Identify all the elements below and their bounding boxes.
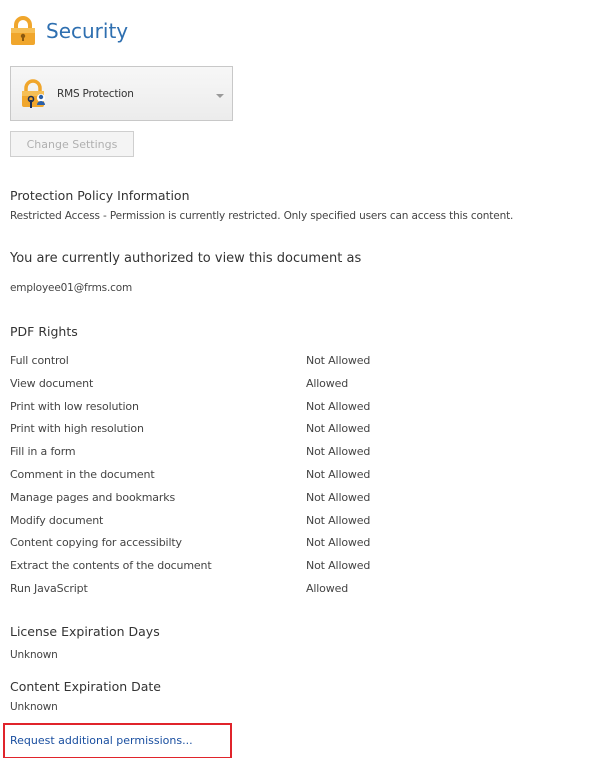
right-name: Run JavaScript bbox=[10, 581, 88, 595]
right-value: Not Allowed bbox=[306, 399, 371, 413]
request-permissions-link[interactable]: Request additional permissions... bbox=[10, 734, 193, 747]
rights-row: Content copying for accessibilty Not All… bbox=[10, 536, 430, 559]
authorization-heading: You are currently authorized to view thi… bbox=[10, 251, 362, 266]
right-value: Not Allowed bbox=[306, 536, 371, 550]
right-value: Not Allowed bbox=[306, 445, 371, 459]
rights-row: Print with low resolution Not Allowed bbox=[10, 400, 430, 423]
right-name: Full control bbox=[10, 354, 69, 367]
rms-lock-icon bbox=[21, 78, 51, 110]
right-value: Not Allowed bbox=[306, 490, 371, 504]
right-value: Allowed bbox=[306, 376, 349, 390]
security-header: Security bbox=[10, 16, 128, 46]
right-name: Manage pages and bookmarks bbox=[10, 490, 176, 504]
right-name: Extract the contents of the document bbox=[10, 559, 212, 573]
right-value: Not Allowed bbox=[306, 467, 371, 481]
protection-selected-value: RMS Protection bbox=[57, 87, 134, 100]
right-value: Not Allowed bbox=[306, 354, 371, 367]
policy-description: Restricted Access - Permission is curren… bbox=[10, 210, 514, 222]
content-expiration-heading: Content Expiration Date bbox=[10, 679, 161, 694]
license-expiration-value: Unknown bbox=[10, 649, 58, 661]
rights-row: Manage pages and bookmarks Not Allowed bbox=[10, 491, 430, 514]
rights-table: Full control Not Allowed View document A… bbox=[10, 354, 430, 605]
right-value: Not Allowed bbox=[306, 513, 371, 527]
right-name: Print with low resolution bbox=[10, 399, 139, 413]
right-value: Not Allowed bbox=[306, 422, 371, 436]
right-name: Print with high resolution bbox=[10, 422, 144, 436]
right-name: Fill in a form bbox=[10, 445, 76, 459]
chevron-down-icon[interactable] bbox=[216, 93, 224, 98]
change-settings-button[interactable]: Change Settings bbox=[10, 131, 134, 157]
content-expiration-value: Unknown bbox=[10, 701, 58, 713]
license-expiration-heading: License Expiration Days bbox=[10, 624, 160, 639]
rights-row: Run JavaScript Allowed bbox=[10, 582, 430, 605]
right-name: Modify document bbox=[10, 513, 104, 527]
right-name: Content copying for accessibilty bbox=[10, 536, 182, 550]
security-panel: Security RMS Protection Change Settings … bbox=[0, 0, 590, 758]
right-name: Comment in the document bbox=[10, 467, 155, 481]
rights-row: View document Allowed bbox=[10, 377, 430, 400]
authorized-user: employee01@frms.com bbox=[10, 282, 133, 294]
rights-row: Extract the contents of the document Not… bbox=[10, 559, 430, 582]
right-name: View document bbox=[10, 376, 94, 390]
right-value: Allowed bbox=[306, 581, 349, 595]
rights-row: Modify document Not Allowed bbox=[10, 514, 430, 537]
rights-heading: PDF Rights bbox=[10, 324, 78, 339]
protection-dropdown[interactable]: RMS Protection bbox=[10, 66, 233, 121]
rights-row: Print with high resolution Not Allowed bbox=[10, 422, 430, 445]
lock-icon bbox=[10, 16, 36, 46]
page-title: Security bbox=[46, 19, 129, 43]
rights-row: Comment in the document Not Allowed bbox=[10, 468, 430, 491]
policy-heading: Protection Policy Information bbox=[10, 188, 190, 203]
rights-row: Fill in a form Not Allowed bbox=[10, 445, 430, 468]
rights-row: Full control Not Allowed bbox=[10, 354, 430, 377]
right-value: Not Allowed bbox=[306, 559, 371, 573]
